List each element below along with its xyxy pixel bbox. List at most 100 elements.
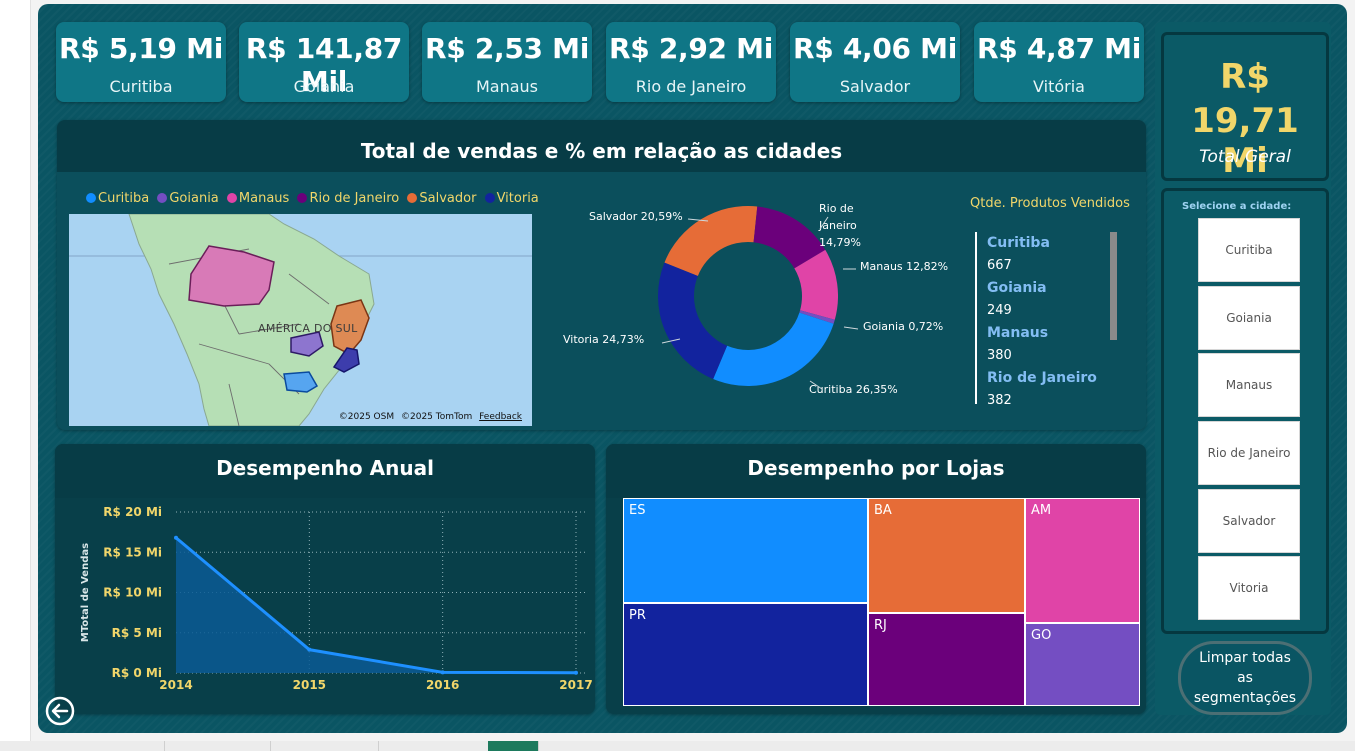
legend-dot — [226, 193, 237, 203]
map-attr-tomtom: ©2025 TomTom — [401, 412, 473, 422]
annual-panel-title: Desempenho Anual — [55, 444, 595, 498]
legend-item-manaus[interactable]: Manaus — [226, 191, 290, 206]
y-tick-label: R$ 0 Mi — [112, 666, 162, 680]
map-drawing — [69, 214, 532, 426]
slicer-option-curitiba[interactable]: Curitiba — [1198, 218, 1300, 282]
map-attr-osm: ©2025 OSM — [338, 412, 395, 422]
kpi-value: R$ 5,19 Mi — [58, 32, 224, 65]
legend-dot — [86, 193, 96, 203]
kpi-city: Rio de Janeiro — [635, 77, 747, 96]
back-arrow-icon[interactable] — [45, 696, 75, 726]
y-axis-label: MTotal de Vendas — [80, 543, 91, 642]
qtde-city: Manaus — [987, 325, 1049, 341]
treemap-cell-es[interactable]: ES — [623, 498, 868, 603]
total-label: Total Geral — [1199, 147, 1291, 167]
slicer-title: Selecione a cidade: — [1182, 201, 1292, 212]
kpi-card-curitiba: R$ 5,19 Mi Curitiba — [56, 22, 226, 102]
x-tick-label: 2017 — [559, 678, 592, 692]
map-attribution: ©2025 OSM ©2025 TomTom Feedback — [335, 412, 522, 422]
kpi-card-goiania: R$ 141,87 Mil Goiania — [239, 22, 409, 102]
treemap-label: RJ — [874, 618, 887, 633]
stores-treemap[interactable]: ES PR BA RJ AM GO — [623, 498, 1140, 706]
treemap-label: GO — [1031, 628, 1052, 643]
qtde-divider — [975, 232, 977, 404]
data-point-2016[interactable] — [440, 670, 445, 675]
kpi-city: Goiania — [293, 77, 355, 96]
slicer-option-manaus[interactable]: Manaus — [1198, 353, 1300, 417]
map-legend: Curitiba Goiania Manaus Rio de Janeiro S… — [86, 191, 543, 206]
qtde-value: 382 — [987, 393, 1012, 404]
treemap-cell-am[interactable]: AM — [1025, 498, 1140, 623]
qtde-value: 667 — [987, 258, 1012, 273]
legend-item-curitiba[interactable]: Curitiba — [86, 191, 149, 206]
sales-map[interactable]: AMÉRICA DO SUL ©2025 OSM ©2025 TomTom Fe… — [69, 214, 532, 426]
legend-label: Curitiba — [98, 191, 150, 206]
legend-label: Goiania — [169, 191, 219, 206]
slicer-option-goiania[interactable]: Goiania — [1198, 286, 1300, 350]
clear-slicers-button[interactable]: Limpar todas as segmentações — [1178, 641, 1312, 715]
legend-dot — [407, 193, 418, 203]
total-value: 19,71 Mi — [1191, 101, 1299, 181]
x-tick-label: 2015 — [293, 678, 326, 692]
x-tick-label: 2014 — [159, 678, 192, 692]
qtde-scrollbar[interactable] — [1110, 232, 1117, 340]
legend-item-vitoria[interactable]: Vitoria — [484, 191, 539, 206]
page-tab-active[interactable] — [488, 741, 539, 751]
data-point-2017[interactable] — [574, 670, 578, 675]
kpi-city: Curitiba — [109, 77, 173, 96]
qtde-title: Qtde. Produtos Vendidos — [970, 196, 1130, 211]
data-point-2014[interactable] — [174, 535, 178, 540]
kpi-value: R$ 2,92 Mi — [608, 32, 774, 65]
stores-panel-title: Desempenho por Lojas — [606, 444, 1146, 498]
legend-item-rio[interactable]: Rio de Janeiro — [297, 191, 399, 206]
annual-area-chart[interactable]: R$ 0 Mi R$ 5 Mi R$ 10 Mi R$ 15 Mi R$ 20 Mi 20… — [55, 498, 595, 704]
total-card: R$ 19,71 Mi Total Geral — [1161, 32, 1329, 181]
page-tabs-bar — [0, 741, 1355, 751]
donut-leader-lines — [661, 216, 859, 390]
qtde-list[interactable]: Curitiba 667 Goiania 249 Manaus 380 Rio … — [987, 232, 1105, 404]
page-tab-4[interactable] — [378, 741, 489, 751]
legend-item-goiania[interactable]: Goiania — [157, 191, 219, 206]
treemap-cell-pr[interactable]: PR — [623, 603, 868, 706]
legend-label: Rio de Janeiro — [309, 191, 400, 206]
qtde-city: Curitiba — [987, 235, 1050, 251]
treemap-cell-go[interactable]: GO — [1025, 623, 1140, 706]
kpi-card-manaus: R$ 2,53 Mi Manaus — [422, 22, 592, 102]
y-tick-label: R$ 10 Mi — [103, 586, 162, 600]
legend-dot — [157, 193, 168, 203]
kpi-card-vitoria: R$ 4,87 Mi Vitória — [974, 22, 1144, 102]
area-fill — [176, 537, 576, 673]
data-point-2015[interactable] — [307, 647, 312, 652]
page-tab-1[interactable] — [30, 741, 165, 751]
slicer-option-rio[interactable]: Rio de Janeiro — [1198, 421, 1300, 485]
kpi-city: Vitória — [1033, 77, 1085, 96]
qtde-city: Rio de Janeiro — [987, 370, 1097, 386]
y-tick-label: R$ 5 Mi — [112, 626, 162, 640]
page-tab-3[interactable] — [270, 741, 379, 751]
y-tick-label: R$ 20 Mi — [103, 505, 162, 519]
qtde-city: Goiania — [987, 280, 1047, 296]
slicer-option-vitoria[interactable]: Vitoria — [1198, 556, 1300, 620]
kpi-city: Salvador — [839, 77, 911, 96]
map-region-label: AMÉRICA DO SUL — [258, 322, 358, 335]
slicer-option-salvador[interactable]: Salvador — [1198, 489, 1300, 553]
qtde-value: 249 — [987, 303, 1012, 318]
legend-label: Vitoria — [496, 191, 539, 206]
legend-dot — [484, 193, 495, 203]
map-feedback-link[interactable]: Feedback — [479, 412, 522, 422]
app-left-sidebar — [0, 0, 31, 741]
treemap-label: AM — [1031, 503, 1052, 518]
sales-panel-title: Total de vendas e % em relação as cidade… — [57, 120, 1146, 172]
y-tick-label: R$ 15 Mi — [103, 545, 162, 559]
legend-label: Salvador — [419, 191, 477, 206]
page-tab-2[interactable] — [164, 741, 271, 751]
legend-label: Manaus — [238, 191, 290, 206]
treemap-cell-ba[interactable]: BA — [868, 498, 1025, 613]
legend-item-salvador[interactable]: Salvador — [407, 191, 476, 206]
qtde-value: 380 — [987, 348, 1012, 363]
treemap-cell-rj[interactable]: RJ — [868, 613, 1025, 706]
total-currency: R$ — [1220, 57, 1270, 97]
kpi-value: R$ 4,87 Mi — [976, 32, 1142, 65]
kpi-card-rio: R$ 2,92 Mi Rio de Janeiro — [606, 22, 776, 102]
kpi-card-salvador: R$ 4,06 Mi Salvador — [790, 22, 960, 102]
